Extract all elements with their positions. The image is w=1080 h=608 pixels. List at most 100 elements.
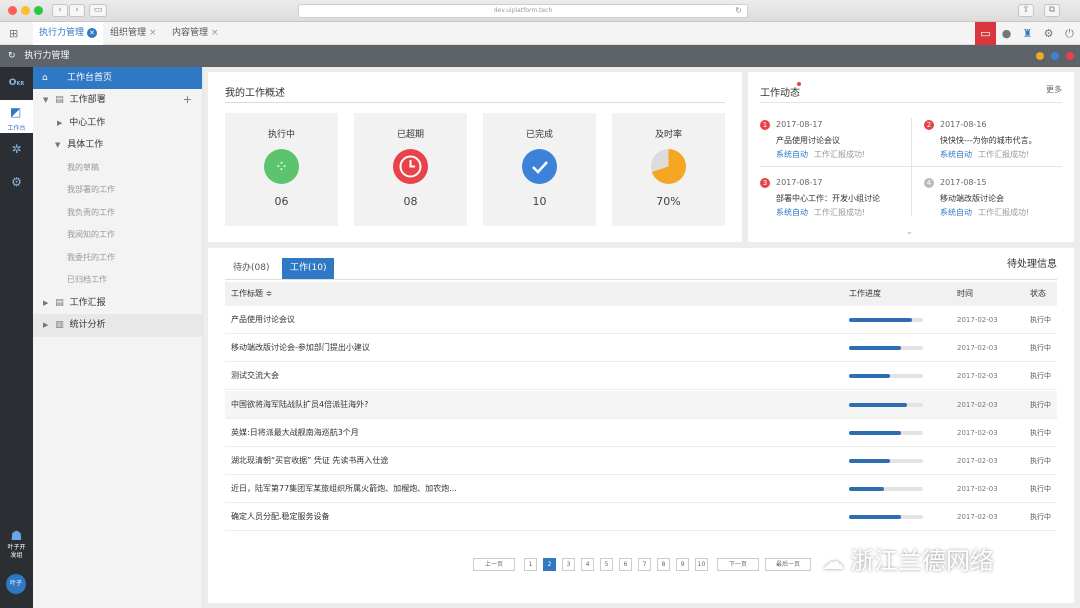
stat-overdue[interactable]: 已超期 08: [354, 113, 467, 226]
gear-module-icon[interactable]: ⚙: [0, 166, 33, 199]
sidebar-toggle-icon[interactable]: ▭: [89, 4, 107, 17]
page-button[interactable]: 2: [543, 558, 556, 571]
yellow-dot-button[interactable]: [1036, 52, 1044, 60]
activity-card: 工作动态 更多 1 2017-08-17 产品使用讨论会议 系统自动 工作汇报成…: [748, 72, 1074, 242]
network-icon[interactable]: ✲: [0, 133, 33, 166]
table-row[interactable]: 近日，陆军第77集团军某旅组织所属火箭炮、加榴炮、加农炮... 2017-02-0…: [225, 475, 1057, 504]
sidebar-item-delegated-by-me[interactable]: 我委托的工作: [33, 247, 202, 270]
page-button[interactable]: 10: [695, 558, 708, 571]
share-icon[interactable]: ⇪: [1018, 4, 1034, 17]
sidebar-item-my-drafts[interactable]: 我的草稿: [33, 157, 202, 180]
tab-todo[interactable]: 待办(08): [225, 258, 277, 279]
row-title[interactable]: 测试交流大会: [231, 362, 279, 390]
close-tab-icon[interactable]: ×: [211, 28, 219, 38]
row-title[interactable]: 英媒:日将派最大战舰南海巡航3个月: [231, 419, 359, 447]
sidebar-item-home[interactable]: ⌂ 工作台首页: [33, 67, 202, 89]
forward-button[interactable]: ›: [69, 4, 85, 17]
prev-page-button[interactable]: 上一页: [473, 558, 515, 571]
last-page-button[interactable]: 最后一页: [765, 558, 811, 571]
tab-execution-management[interactable]: 执行力管理 ✕: [33, 22, 104, 45]
sidebar-item-my-responsibility[interactable]: 我负责的工作: [33, 202, 202, 225]
back-button[interactable]: ‹: [52, 4, 68, 17]
grid-menu-icon[interactable]: ⊞: [9, 27, 22, 40]
blue-dot-button[interactable]: [1051, 52, 1059, 60]
table-row[interactable]: 中国欲将海军陆战队扩员4倍派驻海外? 2017-02-03 执行中: [225, 390, 1057, 419]
more-link[interactable]: 更多: [1046, 84, 1062, 95]
stat-timely-rate[interactable]: 及时率 70%: [612, 113, 725, 226]
activity-source-link[interactable]: 系统自动: [940, 207, 972, 218]
url-text: dev.uiplatform.tech: [493, 7, 553, 14]
sidebar-item-work-report[interactable]: ▶ ▤ 工作汇报: [33, 292, 202, 315]
minimize-window-button[interactable]: [21, 6, 30, 15]
user-group[interactable]: ☗ 叶子开发组: [0, 529, 33, 560]
tab-organization-management[interactable]: 组织管理 ×: [104, 22, 163, 45]
workbench-button[interactable]: ◩ 工作台: [0, 100, 33, 133]
avatar[interactable]: 叶子: [6, 574, 26, 594]
page-button[interactable]: 8: [657, 558, 670, 571]
row-title[interactable]: 中国欲将海军陆战队扩员4倍派驻海外?: [231, 391, 368, 419]
sidebar-item-specific-work[interactable]: ▼ 具体工作: [33, 134, 202, 157]
row-title[interactable]: 近日，陆军第77集团军某旅组织所属火箭炮、加榴炮、加农炮...: [231, 475, 457, 503]
page-button[interactable]: 4: [581, 558, 594, 571]
tab-content-management[interactable]: 内容管理 ×: [166, 22, 225, 45]
okr-icon[interactable]: OKR: [0, 67, 33, 100]
page-button[interactable]: 1: [524, 558, 537, 571]
settings-gear-icon[interactable]: ⚙: [1038, 22, 1059, 45]
page-button[interactable]: 3: [562, 558, 575, 571]
tabs-overview-icon[interactable]: ⧉: [1044, 4, 1060, 17]
skin-shirt-icon[interactable]: ♜: [1017, 22, 1038, 45]
stat-completed[interactable]: 已完成 10: [483, 113, 596, 226]
row-title[interactable]: 产品使用讨论会议: [231, 306, 295, 334]
page-button[interactable]: 7: [638, 558, 651, 571]
close-tab-icon[interactable]: ✕: [87, 28, 98, 38]
sidebar-item-read-by-me[interactable]: 我阅知的工作: [33, 224, 202, 247]
table-row[interactable]: 测试交流大会 2017-02-03 执行中: [225, 362, 1057, 391]
row-title[interactable]: 移动端改版讨论会-参加部门提出小建议: [231, 334, 370, 362]
table-row[interactable]: 产品使用讨论会议 2017-02-03 执行中: [225, 306, 1057, 334]
stat-label: 执行中: [267, 130, 295, 140]
add-icon[interactable]: +: [183, 89, 192, 112]
row-status: 执行中: [1030, 428, 1051, 437]
power-icon[interactable]: ⏻: [1059, 22, 1080, 45]
activity-source-link[interactable]: 系统自动: [776, 207, 808, 218]
page-button[interactable]: 9: [676, 558, 689, 571]
sidebar-item-deployed-by-me[interactable]: 我部署的工作: [33, 179, 202, 202]
activity-source-link[interactable]: 系统自动: [776, 149, 808, 160]
reload-icon[interactable]: ↻: [735, 5, 742, 17]
divider: [225, 102, 725, 103]
sidebar-item-center-work[interactable]: ▶ 中心工作: [33, 112, 202, 135]
page-button[interactable]: 5: [600, 558, 613, 571]
table-row[interactable]: 英媒:日将派最大战舰南海巡航3个月 2017-02-03 执行中: [225, 419, 1057, 447]
caret-right-icon: ▶: [57, 118, 63, 127]
sidebar-item-statistics[interactable]: ▶ ▥ 统计分析: [33, 314, 202, 337]
red-dot-button[interactable]: [1066, 52, 1074, 60]
table-row[interactable]: 确定人员分配.稳定服务设备 2017-02-03 执行中: [225, 503, 1057, 532]
caret-right-icon: ▶: [43, 321, 49, 329]
table-row[interactable]: 湖北现清朝“买官收据” 凭证 先读书再入仕途 2017-02-03 执行中: [225, 447, 1057, 475]
page-button[interactable]: 6: [619, 558, 632, 571]
refresh-icon[interactable]: ↻: [8, 51, 16, 61]
expand-chevron-icon[interactable]: ⌄: [906, 227, 913, 236]
url-bar[interactable]: dev.uiplatform.tech ↻: [298, 4, 748, 18]
next-page-button[interactable]: 下一页: [717, 558, 759, 571]
row-title[interactable]: 湖北现清朝“买官收据” 凭证 先读书再入仕途: [231, 447, 388, 475]
activity-date: 2017-08-17: [776, 120, 823, 129]
activity-item[interactable]: 3 2017-08-17 部署中心工作：开发小组讨论 系统自动 工作汇报成功!: [760, 178, 920, 233]
maximize-window-button[interactable]: [34, 6, 43, 15]
close-window-button[interactable]: [8, 6, 17, 15]
row-title[interactable]: 确定人员分配.稳定服务设备: [231, 503, 330, 531]
column-title[interactable]: 工作标题 ≑: [231, 282, 272, 306]
activity-item[interactable]: 2 2017-08-16 快快快---为你的城市代言。 系统自动 工作汇报成功!: [924, 120, 1080, 175]
user-icon[interactable]: ●: [996, 22, 1017, 45]
activity-source-link[interactable]: 系统自动: [940, 149, 972, 160]
close-tab-icon[interactable]: ×: [149, 28, 157, 38]
table-row[interactable]: 移动端改版讨论会-参加部门提出小建议 2017-02-03 执行中: [225, 334, 1057, 363]
stat-in-progress[interactable]: 执行中 ⁘ 06: [225, 113, 338, 226]
row-status: 执行中: [1030, 457, 1051, 465]
sidebar-item-deployment[interactable]: ▼ ▤ 工作部署 +: [33, 89, 202, 112]
activity-item[interactable]: 4 2017-08-15 移动端改版讨论会 系统自动 工作汇报成功!: [924, 178, 1080, 233]
check-icon: [522, 149, 557, 184]
sidebar-item-archived[interactable]: 已归档工作: [33, 269, 202, 292]
tab-work[interactable]: 工作(10): [282, 258, 335, 279]
activity-item[interactable]: 1 2017-08-17 产品使用讨论会议 系统自动 工作汇报成功!: [760, 120, 920, 175]
